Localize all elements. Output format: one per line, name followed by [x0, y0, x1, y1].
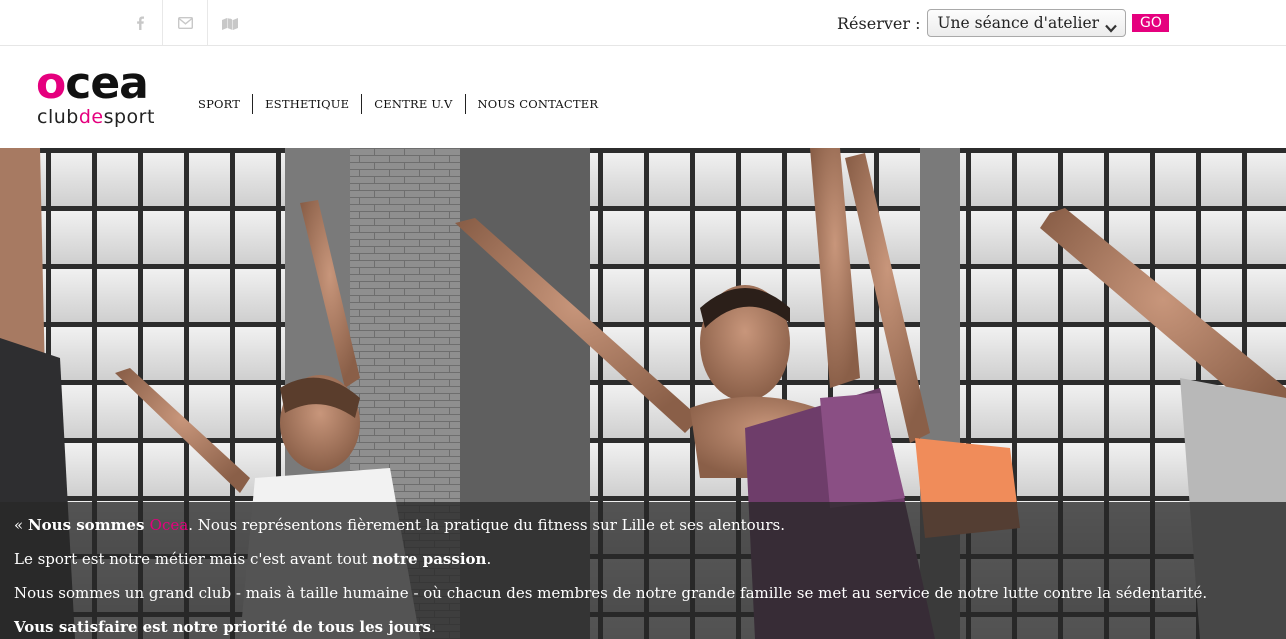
reservation-form: Réserver : Une séance d'atelier GO: [837, 9, 1170, 37]
hero-caption: « Nous sommes Ocea. Nous représentons fi…: [0, 502, 1286, 639]
reserve-label: Réserver :: [837, 13, 921, 33]
session-select-value: Une séance d'atelier: [937, 14, 1100, 32]
logo-tagline-prefix: club: [37, 106, 79, 128]
hero-line-4: Vous satisfaire est notre priorité de to…: [14, 618, 1272, 636]
hero-line-2-bold: notre passion: [372, 550, 487, 568]
go-button[interactable]: GO: [1132, 14, 1170, 32]
facebook-icon: [135, 16, 145, 30]
nav-item-centre-uv[interactable]: CENTRE U.V: [361, 94, 464, 114]
hero-line-2-end: .: [486, 550, 492, 568]
logo-tagline-accent: de: [78, 106, 104, 128]
main-nav: SPORT ESTHETIQUE CENTRE U.V NOUS CONTACT…: [186, 94, 610, 114]
logo-wordmark-rest: cea: [65, 58, 149, 109]
site-header: ocea clubdesport SPORT ESTHETIQUE CENTRE…: [0, 46, 1286, 148]
hero-line-4-end: .: [431, 618, 436, 636]
logo[interactable]: ocea clubdesport: [36, 62, 186, 134]
session-select[interactable]: Une séance d'atelier: [927, 9, 1127, 37]
logo-wordmark: ocea: [36, 58, 149, 109]
nav-item-esthetique[interactable]: ESTHETIQUE: [252, 94, 361, 114]
map-icon: [222, 16, 238, 30]
hero-line-4-bold: Vous satisfaire est notre priorité de to…: [14, 618, 432, 636]
facebook-link[interactable]: [117, 0, 162, 45]
nav-item-sport[interactable]: SPORT: [186, 94, 252, 114]
hero-line-2-text: Le sport est notre métier mais c'est ava…: [14, 550, 373, 568]
hero-line-1-rest: . Nous représentons fièrement la pratiqu…: [188, 516, 785, 534]
email-link[interactable]: [162, 0, 207, 45]
nav-item-contact[interactable]: NOUS CONTACTER: [464, 94, 611, 114]
hero-line-1-bold: Nous sommes: [27, 516, 150, 534]
envelope-icon: [177, 16, 193, 29]
map-link[interactable]: [207, 0, 252, 45]
logo-tagline-suffix: sport: [103, 106, 155, 128]
top-bar: Réserver : Une séance d'atelier GO: [0, 0, 1286, 46]
chevron-down-icon: [1105, 19, 1118, 37]
logo-tagline: clubdesport: [37, 108, 155, 127]
hero-line-1: « Nous sommes Ocea. Nous représentons fi…: [14, 516, 1272, 534]
hero-line-2: Le sport est notre métier mais c'est ava…: [14, 550, 1272, 568]
hero-line-3: Nous sommes un grand club - mais à taill…: [14, 584, 1208, 602]
hero-line-1-open: «: [14, 516, 28, 534]
hero-brand-name: Ocea: [149, 516, 189, 534]
hero-banner: « Nous sommes Ocea. Nous représentons fi…: [0, 148, 1286, 639]
social-links: [117, 0, 252, 45]
